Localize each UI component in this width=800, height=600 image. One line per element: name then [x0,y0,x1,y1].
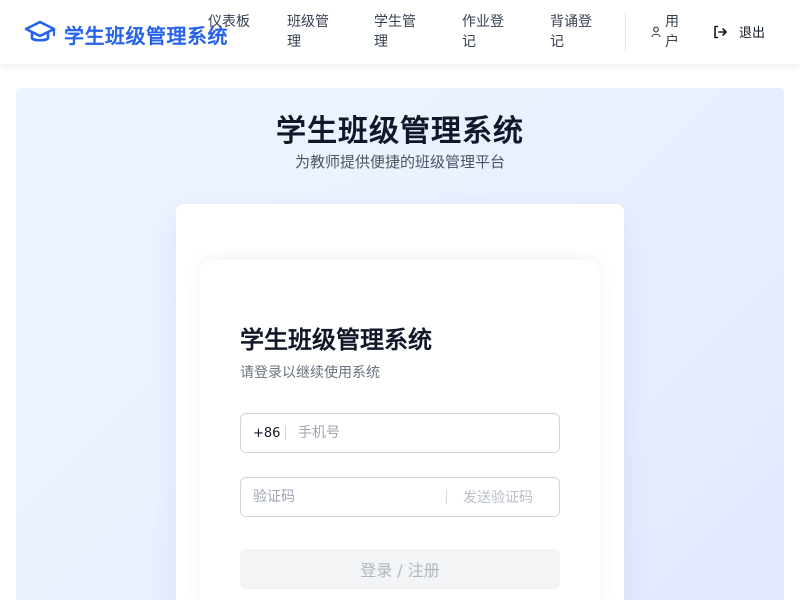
brand-link[interactable]: 学生班级管理系统 [24,17,228,48]
phone-input[interactable] [286,415,546,451]
top-navbar: 学生班级管理系统 仪表板 班级管理 学生管理 作业登记 背诵登记 用户 退出 [0,0,800,64]
user-menu[interactable]: 用户 [651,12,681,52]
page-title: 学生班级管理系统 [276,114,524,149]
nav-divider [625,12,626,52]
login-subtitle: 请登录以继续使用系统 [240,365,380,381]
logout-button[interactable]: 退出 [712,22,765,41]
nav-item-homework-registration[interactable]: 作业登记 [462,12,504,52]
login-register-button[interactable]: 登录 / 注册 [240,549,560,589]
nav-item-class-management[interactable]: 班级管理 [287,12,329,52]
user-label: 用户 [665,14,679,50]
user-icon [651,26,661,38]
logout-icon [712,24,728,40]
phone-field: +86 [240,413,560,453]
send-code-button[interactable]: 发送验证码 [447,487,533,507]
verification-code-input[interactable] [241,479,446,515]
nav-item-recitation-registration[interactable]: 背诵登记 [550,12,592,52]
login-title: 学生班级管理系统 [240,326,432,354]
graduation-cap-icon [24,17,56,47]
verification-code-field: 发送验证码 [240,477,560,517]
nav-item-dashboard[interactable]: 仪表板 [208,12,250,32]
country-code[interactable]: +86 [241,426,285,441]
brand-title: 学生班级管理系统 [64,24,228,48]
nav-item-student-management[interactable]: 学生管理 [374,12,416,52]
logout-label: 退出 [739,26,766,41]
page-subtitle: 为教师提供便捷的班级管理平台 [294,153,505,171]
